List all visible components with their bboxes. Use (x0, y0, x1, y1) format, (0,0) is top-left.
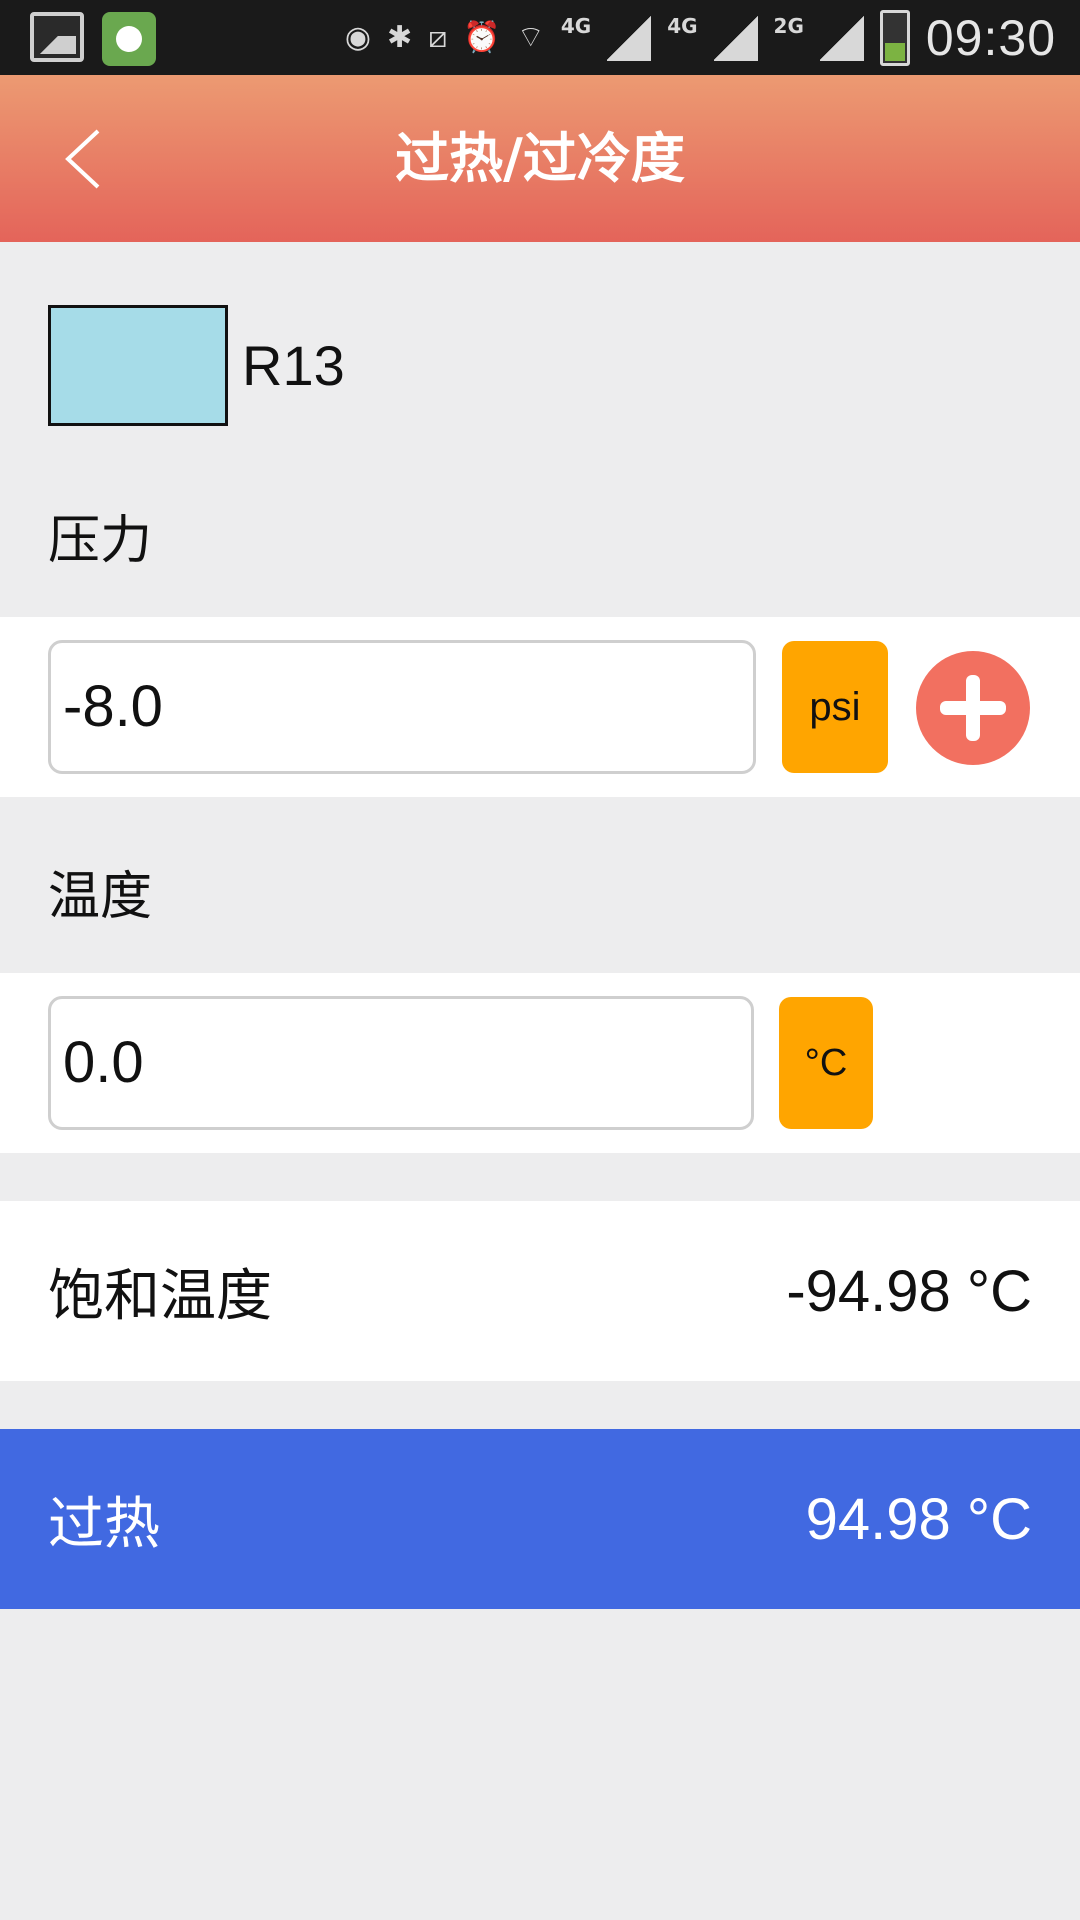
signal-icon (607, 15, 652, 61)
network-label: 4G (667, 14, 698, 38)
alarm-icon: ⏰ (463, 20, 501, 55)
network-label: 4G (560, 14, 592, 38)
add-button[interactable] (916, 651, 1030, 765)
pressure-unit-button[interactable]: psi (782, 641, 888, 773)
signal-icon (819, 15, 864, 61)
page-title: 过热/过冷度 (395, 127, 685, 190)
refrigerant-name: R13 (242, 334, 345, 397)
gallery-icon (30, 12, 84, 62)
temperature-input[interactable]: 0.0 (48, 996, 754, 1130)
back-button[interactable] (58, 127, 118, 191)
refrigerant-selector[interactable]: R13 (48, 305, 345, 426)
temperature-label: 温度 (48, 867, 153, 927)
app-icon (102, 12, 156, 66)
network-label: 2G (773, 14, 804, 38)
battery-icon (879, 10, 910, 66)
app-bar: 过热/过冷度 (0, 75, 1080, 242)
superheat-value: 94.98 °C (805, 1486, 1032, 1552)
clock: 09:30 (925, 10, 1056, 66)
saturation-row: 饱和温度 -94.98 °C (0, 1201, 1080, 1381)
status-bar: ◉ ✱ ⧄ ⏰ ⌔ 4G 4G 2G 09:30 (0, 0, 1080, 75)
saturation-label: 饱和温度 (48, 1263, 272, 1329)
no-signal-icon: ⧄ (428, 20, 448, 55)
eye-icon: ◉ (344, 20, 372, 55)
superheat-label: 过热 (48, 1491, 160, 1557)
temperature-unit-button[interactable]: °C (779, 997, 873, 1129)
refrigerant-color-swatch (48, 305, 228, 426)
pressure-input[interactable]: -8.0 (48, 640, 756, 774)
superheat-row: 过热 94.98 °C (0, 1429, 1080, 1609)
wifi-icon: ⌔ (516, 20, 545, 55)
signal-icon (713, 15, 758, 61)
saturation-value: -94.98 °C (786, 1258, 1032, 1324)
pressure-label: 压力 (48, 511, 153, 571)
bluetooth-icon: ✱ (387, 20, 413, 55)
back-arrow-icon (65, 129, 100, 189)
